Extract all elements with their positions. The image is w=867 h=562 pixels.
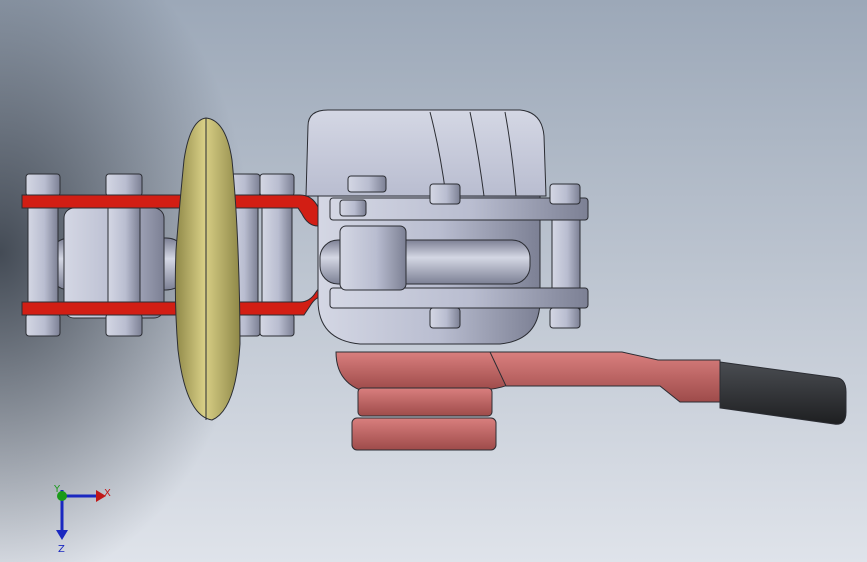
housing-bottom-plate[interactable] <box>329 287 589 309</box>
right-nut-top-1[interactable] <box>429 183 461 205</box>
nut-bottom-4[interactable] <box>259 313 295 337</box>
nut-top-1[interactable] <box>25 173 61 197</box>
nut-top-4[interactable] <box>259 173 295 197</box>
handwheel[interactable] <box>174 117 241 421</box>
nut-bottom-2[interactable] <box>105 313 143 337</box>
top-clip[interactable] <box>347 175 387 193</box>
right-nut-bottom-1[interactable] <box>429 307 461 329</box>
stem-nut[interactable] <box>351 417 497 451</box>
stem-collar[interactable] <box>357 387 493 417</box>
right-nut-top-2[interactable] <box>549 183 581 205</box>
housing-dome[interactable] <box>305 109 547 197</box>
triad-x-label: X <box>104 488 111 499</box>
handwheel-rim[interactable] <box>174 117 241 421</box>
triad-z-label: Z <box>58 544 65 555</box>
cad-viewport[interactable]: X Y Z <box>0 0 867 562</box>
nut-bottom-1[interactable] <box>25 313 61 337</box>
cad-scene[interactable]: X Y Z <box>0 0 867 562</box>
center-coupler[interactable] <box>339 225 407 291</box>
right-nut-bottom-2[interactable] <box>549 307 581 329</box>
top-small-nut[interactable] <box>339 199 367 217</box>
triad-y-label: Y <box>53 484 61 495</box>
nut-top-2[interactable] <box>105 173 143 197</box>
